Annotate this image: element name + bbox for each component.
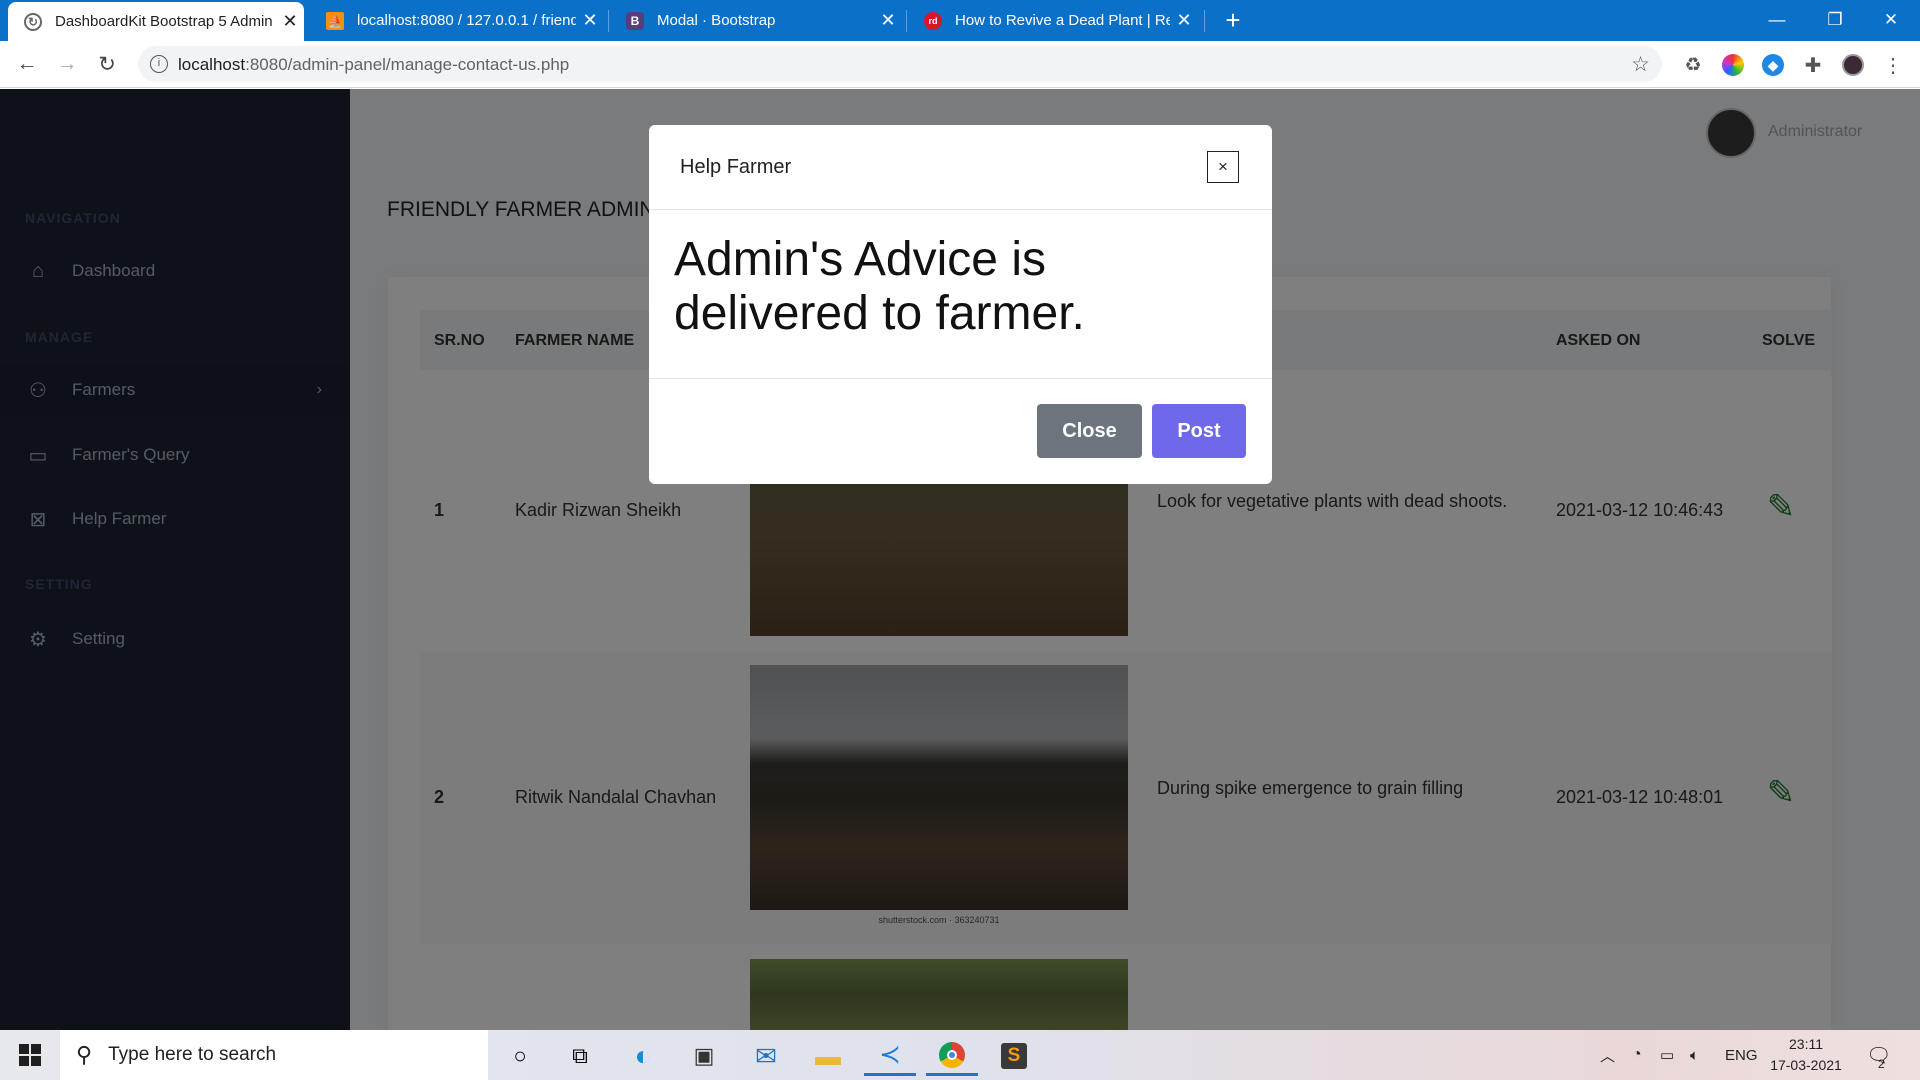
cortana-icon[interactable]: ○ xyxy=(494,1036,546,1076)
close-tab-icon[interactable]: ✕ xyxy=(1170,10,1198,31)
file-explorer-icon[interactable]: ▬ xyxy=(802,1036,854,1076)
window-close-icon[interactable]: ✕ xyxy=(1862,0,1920,40)
modal-divider xyxy=(649,378,1272,379)
chrome-icon[interactable] xyxy=(926,1036,978,1076)
notification-center-icon[interactable]: 🗨︎ xyxy=(1866,1030,1891,1080)
mail-icon[interactable]: ✉ xyxy=(740,1036,792,1076)
windows-start-icon[interactable] xyxy=(0,1030,60,1080)
modal-message: Admin's Advice is delivered to farmer. xyxy=(674,233,1085,340)
minimize-icon[interactable]: — xyxy=(1748,0,1806,40)
search-placeholder: Type here to search xyxy=(108,1044,277,1065)
sublime-text-icon[interactable]: S xyxy=(988,1036,1040,1076)
bookmark-star-icon[interactable]: ☆ xyxy=(1631,52,1650,77)
close-button[interactable]: Close xyxy=(1037,404,1142,458)
tab-separator xyxy=(608,10,609,32)
search-icon: ⚲ xyxy=(76,1042,93,1067)
notification-count: 2 xyxy=(1878,1057,1885,1071)
tab-phpmyadmin[interactable]: ⛵ localhost:8080 / 127.0.0.1 / friendly … xyxy=(310,0,604,41)
modal-divider xyxy=(649,209,1272,210)
close-tab-icon[interactable]: ✕ xyxy=(276,11,304,32)
help-farmer-modal: Help Farmer × Admin's Advice is delivere… xyxy=(649,125,1272,484)
task-view-icon[interactable]: ⧉ xyxy=(554,1036,606,1076)
edge-icon[interactable]: ◐ xyxy=(617,1036,669,1076)
color-extension-icon[interactable] xyxy=(1722,54,1744,76)
address-bar[interactable]: i localhost:8080/admin-panel/manage-cont… xyxy=(138,46,1662,82)
tab-dashboardkit[interactable]: ↻ DashboardKit Bootstrap 5 Admin ✕ xyxy=(8,2,304,41)
post-button[interactable]: Post xyxy=(1152,404,1246,458)
extensions-puzzle-icon[interactable]: ✚ xyxy=(1802,54,1824,77)
restore-icon[interactable]: ❐ xyxy=(1806,0,1864,40)
chrome-logo xyxy=(939,1041,965,1068)
tab-separator xyxy=(906,10,907,32)
vpn-extension-icon[interactable]: ◆ xyxy=(1762,54,1784,76)
back-icon[interactable]: ← xyxy=(12,49,42,79)
recycle-extension-icon[interactable]: ♻ xyxy=(1682,54,1704,76)
close-tab-icon[interactable]: ✕ xyxy=(874,10,902,31)
tab-separator xyxy=(1204,10,1205,32)
forward-icon[interactable]: → xyxy=(52,49,82,79)
browser-tab-strip: ↻ DashboardKit Bootstrap 5 Admin ✕ ⛵ loc… xyxy=(0,0,1920,41)
readers-digest-icon: rd xyxy=(924,11,942,30)
browser-toolbar: ← → ↻ i localhost:8080/admin-panel/manag… xyxy=(0,41,1920,88)
clock-date: 17-03-2021 xyxy=(1770,1057,1842,1073)
close-tab-icon[interactable]: ✕ xyxy=(576,10,604,31)
taskbar-clock[interactable]: 23:11 17-03-2021 xyxy=(1756,1034,1856,1076)
store-icon[interactable]: ▣ xyxy=(678,1036,730,1076)
clock-time: 23:11 xyxy=(1789,1036,1823,1052)
tab-revive-plant[interactable]: rd How to Revive a Dead Plant | Rea ✕ xyxy=(908,0,1198,41)
chrome-loading-icon: ↻ xyxy=(24,12,42,31)
new-tab-icon[interactable]: + xyxy=(1218,6,1248,36)
show-hidden-icons[interactable]: ︿ xyxy=(1600,1030,1615,1080)
menu-dots-icon[interactable]: ⋮ xyxy=(1882,54,1904,77)
sublime-logo: S xyxy=(1001,1043,1027,1069)
battery-icon[interactable]: ▭ xyxy=(1660,1030,1674,1080)
network-icon[interactable]: ◔ xyxy=(1632,1030,1642,1080)
site-info-icon[interactable]: i xyxy=(150,55,168,73)
windows-taskbar: ⚲ Type here to search ○ ⧉ ◐ ▣ ✉ ▬ ≺ S ︿ … xyxy=(0,1030,1920,1080)
tab-bootstrap-modal[interactable]: B Modal · Bootstrap ✕ xyxy=(610,0,902,41)
volume-icon[interactable]: 🔈︎ xyxy=(1690,1030,1699,1080)
modal-title: Help Farmer xyxy=(680,156,792,178)
bootstrap-icon: B xyxy=(626,11,644,30)
input-language[interactable]: ENG xyxy=(1725,1030,1758,1080)
phpmyadmin-icon: ⛵ xyxy=(326,11,344,30)
vscode-icon[interactable]: ≺ xyxy=(864,1036,916,1076)
modal-close-icon[interactable]: × xyxy=(1207,151,1239,183)
url-text: localhost:8080/admin-panel/manage-contac… xyxy=(178,55,570,74)
reload-icon[interactable]: ↻ xyxy=(92,49,122,79)
profile-avatar-icon[interactable] xyxy=(1842,54,1864,76)
taskbar-search-input[interactable]: ⚲ Type here to search xyxy=(60,1030,488,1080)
